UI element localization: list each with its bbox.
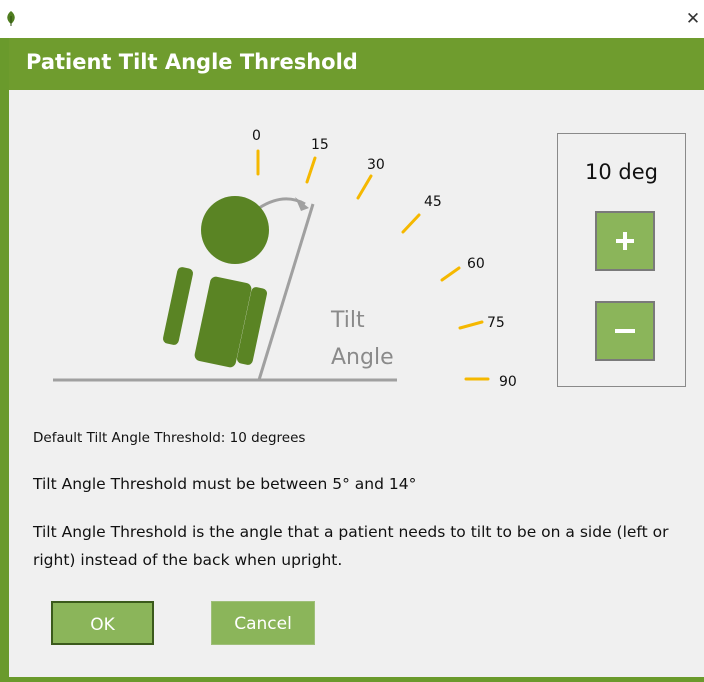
ok-button[interactable]: OK <box>51 601 154 645</box>
tick-label-0: 0 <box>252 128 261 144</box>
tick-mark-75 <box>458 320 484 330</box>
tick-mark-15 <box>305 156 317 184</box>
threshold-description: Tilt Angle Threshold is the angle that a… <box>33 523 669 569</box>
tick-mark-45 <box>401 213 421 234</box>
tilt-label-line1: Tilt <box>330 308 365 333</box>
dialog-content: 0 15 30 45 60 75 90 Tilt Angle 10 deg De… <box>9 90 704 677</box>
close-button[interactable]: ✕ <box>682 8 704 30</box>
decrease-button[interactable] <box>595 301 655 361</box>
degree-value: 10 deg <box>585 160 658 184</box>
leaf-icon <box>7 11 15 26</box>
window-frame-bottom <box>0 677 704 682</box>
tick-label-90: 90 <box>499 374 517 390</box>
tilt-label-line2: Angle <box>331 345 394 370</box>
title-bar: ✕ <box>0 0 704 38</box>
tick-label-60: 60 <box>467 256 485 272</box>
minus-icon <box>615 329 635 333</box>
tick-label-30: 30 <box>367 157 385 173</box>
default-threshold-text: Default Tilt Angle Threshold: 10 degrees <box>33 430 306 446</box>
window-frame-left <box>0 38 9 682</box>
degree-adjust-panel: 10 deg <box>557 133 686 387</box>
increase-button[interactable] <box>595 211 655 271</box>
tick-label-15: 15 <box>311 137 329 153</box>
tick-mark-30 <box>356 174 373 200</box>
tilt-angle-diagram: 0 15 30 45 60 75 90 Tilt Angle <box>53 128 517 390</box>
dialog-title: Patient Tilt Angle Threshold <box>26 50 358 74</box>
tick-mark-60 <box>440 266 461 282</box>
tick-label-75: 75 <box>487 315 505 331</box>
dialog-header: Patient Tilt Angle Threshold <box>9 38 704 90</box>
threshold-range-text: Tilt Angle Threshold must be between 5° … <box>33 475 417 493</box>
tick-label-45: 45 <box>424 194 442 210</box>
cancel-button[interactable]: Cancel <box>211 601 315 645</box>
patient-figure-icon <box>162 196 269 368</box>
tilt-arrow-head <box>295 197 309 211</box>
plus-icon <box>616 232 634 250</box>
